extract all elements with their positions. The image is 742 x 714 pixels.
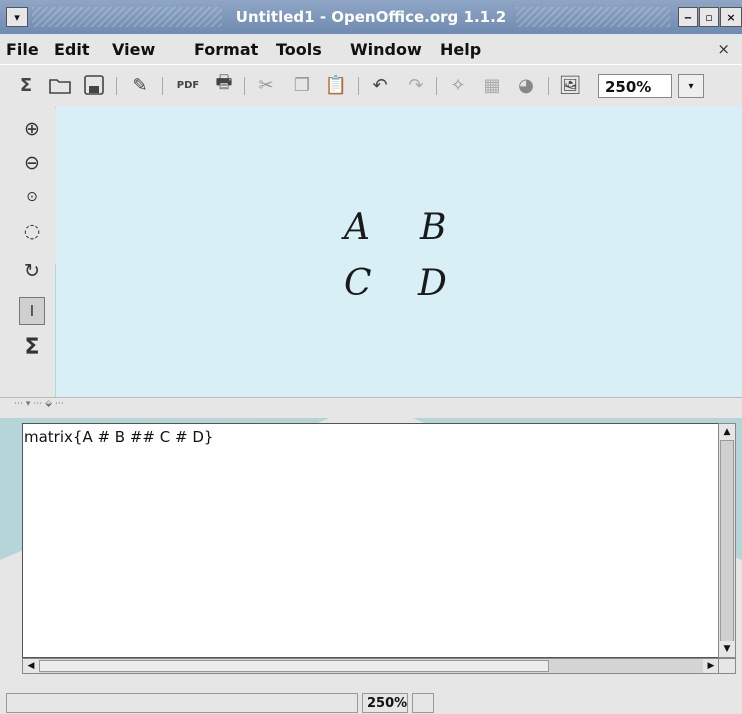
zoom-in-icon[interactable]: ⊕ <box>19 115 45 143</box>
menu-view[interactable]: View <box>112 40 155 59</box>
menu-edit[interactable]: Edit <box>54 40 90 59</box>
menu-format[interactable]: Format <box>194 40 258 59</box>
matrix-cell-b: B <box>420 207 447 248</box>
save-icon[interactable] <box>82 73 106 97</box>
scroll-down-icon[interactable]: ▼ <box>719 641 735 657</box>
scroll-right-icon[interactable]: ▶ <box>703 659 719 673</box>
zoom-100-icon[interactable]: ⊙ <box>19 183 45 211</box>
menu-bar: File Edit View Format Tools Window Help … <box>0 34 742 64</box>
navigator-icon[interactable]: ✧ <box>446 73 470 97</box>
chevron-down-icon[interactable]: ▾ <box>678 74 704 98</box>
formula-editor[interactable]: matrix{A # B ## C # D} <box>22 423 720 658</box>
close-document-icon[interactable]: × <box>717 40 730 58</box>
formula-preview: A B C D <box>56 107 742 397</box>
title-bar[interactable]: ▾ Untitled1 - OpenOffice.org 1.1.2 ‒ ▫ × <box>0 0 742 35</box>
window-title: Untitled1 - OpenOffice.org 1.1.2 <box>235 8 507 26</box>
maximize-button[interactable]: ▫ <box>699 7 719 27</box>
matrix-cell-d: D <box>418 263 447 304</box>
sigma-icon[interactable]: Σ <box>14 73 38 97</box>
sphere-icon[interactable]: ◕ <box>514 73 538 97</box>
status-bar: 250% <box>0 690 742 714</box>
splitter-handle-icon[interactable]: ⋯ ▾ ⋯ ⬙ ⋯ <box>14 399 64 409</box>
show-all-icon[interactable]: ◌ <box>19 217 45 245</box>
copy-icon[interactable]: ❐ <box>290 73 314 97</box>
horizontal-scroll-thumb[interactable] <box>39 660 549 672</box>
minimize-button[interactable]: ‒ <box>678 7 698 27</box>
zoom-combobox[interactable]: 250% <box>598 74 672 98</box>
symbols-icon[interactable]: Σ <box>19 333 45 361</box>
edit-icon[interactable]: ✎ <box>128 73 152 97</box>
tools-sidebar: ⊕ ⊖ ⊙ ◌ ↻ I Σ <box>0 107 55 397</box>
undo-icon[interactable]: ↶ <box>368 73 392 97</box>
formula-cursor-icon[interactable]: I <box>19 297 45 325</box>
close-window-button[interactable]: × <box>720 7 742 27</box>
zoom-out-icon[interactable]: ⊖ <box>19 149 45 177</box>
status-extra <box>412 693 434 713</box>
scroll-up-icon[interactable]: ▲ <box>719 424 735 440</box>
cut-icon[interactable]: ✂ <box>254 73 278 97</box>
matrix-cell-a: A <box>344 207 370 248</box>
menu-help[interactable]: Help <box>440 40 481 59</box>
function-toolbar: Σ ✎ PDF 🖶 ✂ ❐ 📋 ↶ ↷ ✧ ▦ ◕ 🖼 250% ▾ <box>0 64 742 108</box>
horizontal-scrollbar[interactable]: ◀ ▶ <box>22 658 720 674</box>
vertical-scroll-thumb[interactable] <box>720 440 734 644</box>
open-folder-icon[interactable] <box>48 73 72 97</box>
vertical-scrollbar[interactable]: ▲ ▼ <box>718 423 736 658</box>
menu-tools[interactable]: Tools <box>276 40 322 59</box>
print-icon[interactable]: 🖶 <box>212 72 236 97</box>
status-message <box>6 693 358 713</box>
image-icon[interactable]: 🖼 <box>558 73 582 97</box>
paste-icon[interactable]: 📋 <box>324 73 348 97</box>
gallery-icon[interactable]: ▦ <box>480 73 504 97</box>
pane-splitter[interactable]: ⋯ ▾ ⋯ ⬙ ⋯ <box>0 397 742 418</box>
menu-window[interactable]: Window <box>350 40 422 59</box>
refresh-icon[interactable]: ↻ <box>19 257 45 285</box>
menu-file[interactable]: File <box>6 40 39 59</box>
matrix-cell-c: C <box>344 263 372 304</box>
scroll-corner <box>718 658 736 674</box>
export-pdf-icon[interactable]: PDF <box>176 73 200 97</box>
scroll-left-icon[interactable]: ◀ <box>23 659 39 673</box>
redo-icon[interactable]: ↷ <box>404 73 428 97</box>
status-zoom[interactable]: 250% <box>362 693 408 713</box>
